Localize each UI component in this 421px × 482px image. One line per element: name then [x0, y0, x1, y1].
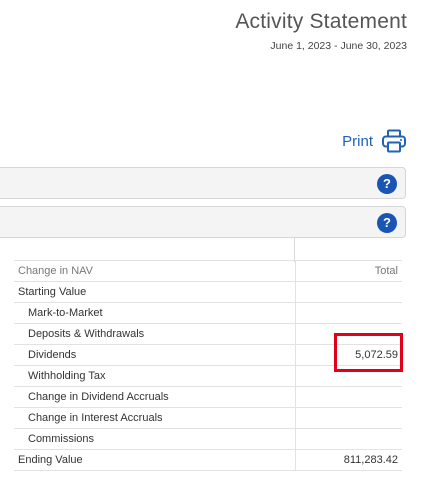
statement-title: Activity Statement [235, 10, 407, 33]
table-row: Commissions [14, 428, 402, 450]
ending-value: 811,283.42 [294, 449, 402, 471]
row-label: Commissions [14, 428, 295, 450]
table-row: Ending Value 811,283.42 [14, 449, 402, 471]
table-row: Withholding Tax [14, 365, 402, 387]
table-row: Dividends 5,072.59 [14, 344, 402, 366]
row-label: Mark-to-Market [14, 302, 295, 324]
table-row: Deposits & Withdrawals [14, 323, 402, 345]
row-value [294, 365, 402, 387]
row-value [294, 323, 402, 345]
row-label: Dividends [14, 344, 295, 366]
collapsed-section-2[interactable]: ? [0, 206, 406, 238]
print-button[interactable]: Print [342, 128, 407, 154]
row-label: Change in Interest Accruals [14, 407, 295, 429]
row-value [294, 407, 402, 429]
header-label: Change in NAV [14, 260, 295, 282]
row-value [294, 302, 402, 324]
help-icon[interactable]: ? [377, 174, 397, 194]
table-header-row: Change in NAV Total [14, 260, 402, 282]
column-divider [294, 238, 295, 262]
dividends-value: 5,072.59 [294, 344, 402, 366]
change-in-nav-table: Change in NAV Total Starting Value Mark-… [14, 260, 402, 471]
row-value [294, 386, 402, 408]
help-icon[interactable]: ? [377, 213, 397, 233]
header-total: Total [294, 260, 402, 282]
print-label: Print [342, 132, 373, 150]
printer-icon [382, 129, 406, 153]
row-value [294, 428, 402, 450]
table-row: Change in Dividend Accruals [14, 386, 402, 408]
row-label: Change in Dividend Accruals [14, 386, 295, 408]
table-row: Starting Value [14, 281, 402, 303]
row-label: Starting Value [14, 281, 295, 303]
row-value [294, 281, 402, 303]
table-row: Change in Interest Accruals [14, 407, 402, 429]
statement-period: June 1, 2023 - June 30, 2023 [270, 40, 407, 52]
table-row: Mark-to-Market [14, 302, 402, 324]
row-label: Ending Value [14, 449, 295, 471]
row-label: Withholding Tax [14, 365, 295, 387]
row-label: Deposits & Withdrawals [14, 323, 295, 345]
collapsed-section-1[interactable]: ? [0, 167, 406, 199]
